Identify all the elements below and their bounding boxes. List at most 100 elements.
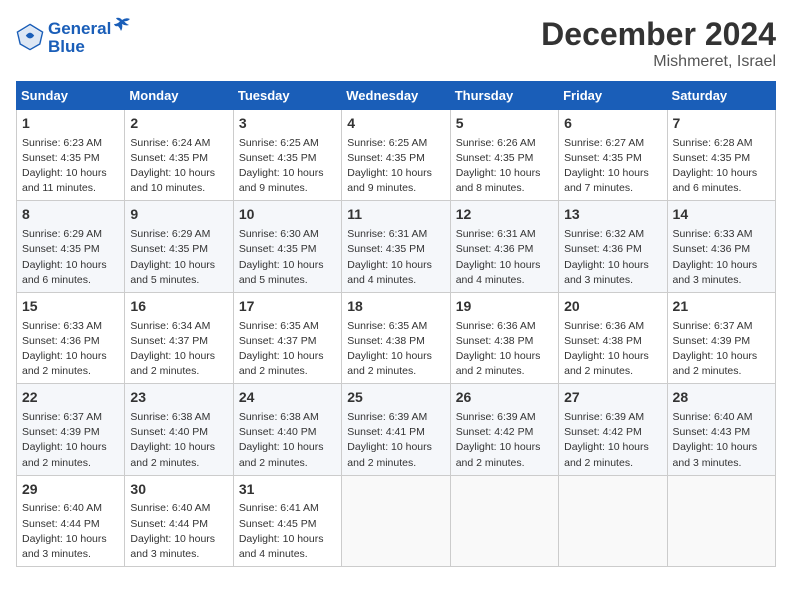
day-number: 14 (673, 205, 770, 225)
calendar-cell (559, 475, 667, 566)
day-number: 3 (239, 114, 336, 134)
calendar-cell: 5Sunrise: 6:26 AM Sunset: 4:35 PM Daylig… (450, 110, 558, 201)
calendar-week-row: 1Sunrise: 6:23 AM Sunset: 4:35 PM Daylig… (17, 110, 776, 201)
calendar-cell: 9Sunrise: 6:29 AM Sunset: 4:35 PM Daylig… (125, 201, 233, 292)
day-number: 2 (130, 114, 227, 134)
calendar-week-row: 15Sunrise: 6:33 AM Sunset: 4:36 PM Dayli… (17, 292, 776, 383)
day-number: 28 (673, 388, 770, 408)
calendar-cell: 28Sunrise: 6:40 AM Sunset: 4:43 PM Dayli… (667, 384, 775, 475)
calendar-cell: 3Sunrise: 6:25 AM Sunset: 4:35 PM Daylig… (233, 110, 341, 201)
header: General Blue December 2024 Mishmeret, Is… (16, 16, 776, 71)
day-info: Sunrise: 6:29 AM Sunset: 4:35 PM Dayligh… (130, 227, 227, 288)
day-info: Sunrise: 6:38 AM Sunset: 4:40 PM Dayligh… (239, 410, 336, 471)
day-number: 27 (564, 388, 661, 408)
page-title: December 2024 (541, 16, 776, 53)
day-info: Sunrise: 6:39 AM Sunset: 4:42 PM Dayligh… (564, 410, 661, 471)
day-info: Sunrise: 6:37 AM Sunset: 4:39 PM Dayligh… (22, 410, 119, 471)
calendar-cell: 20Sunrise: 6:36 AM Sunset: 4:38 PM Dayli… (559, 292, 667, 383)
col-thursday: Thursday (450, 82, 558, 110)
day-number: 23 (130, 388, 227, 408)
day-info: Sunrise: 6:36 AM Sunset: 4:38 PM Dayligh… (456, 319, 553, 380)
calendar-cell: 6Sunrise: 6:27 AM Sunset: 4:35 PM Daylig… (559, 110, 667, 201)
calendar-cell: 18Sunrise: 6:35 AM Sunset: 4:38 PM Dayli… (342, 292, 450, 383)
calendar-cell: 25Sunrise: 6:39 AM Sunset: 4:41 PM Dayli… (342, 384, 450, 475)
day-info: Sunrise: 6:29 AM Sunset: 4:35 PM Dayligh… (22, 227, 119, 288)
calendar-week-row: 29 Sunrise: 6:40 AM Sunset: 4:44 PM Dayli… (17, 475, 776, 566)
day-info: Sunrise: 6:25 AM Sunset: 4:35 PM Dayligh… (347, 136, 444, 197)
day-info: Sunrise: 6:33 AM Sunset: 4:36 PM Dayligh… (22, 319, 119, 380)
calendar-cell: 7Sunrise: 6:28 AM Sunset: 4:35 PM Daylig… (667, 110, 775, 201)
day-number: 7 (673, 114, 770, 134)
day-number: 8 (22, 205, 119, 225)
col-monday: Monday (125, 82, 233, 110)
logo-text-block: General Blue (48, 16, 131, 57)
calendar-cell: 23Sunrise: 6:38 AM Sunset: 4:40 PM Dayli… (125, 384, 233, 475)
day-number: 17 (239, 297, 336, 317)
calendar-cell: 26Sunrise: 6:39 AM Sunset: 4:42 PM Dayli… (450, 384, 558, 475)
day-info: Sunrise: 6:23 AM Sunset: 4:35 PM Dayligh… (22, 136, 119, 197)
day-info: Sunrise: 6:41 AM Sunset: 4:45 PM Dayligh… (239, 501, 336, 562)
calendar-week-row: 8Sunrise: 6:29 AM Sunset: 4:35 PM Daylig… (17, 201, 776, 292)
page-subtitle: Mishmeret, Israel (541, 53, 776, 71)
day-info: Sunrise: 6:28 AM Sunset: 4:35 PM Dayligh… (673, 136, 770, 197)
day-info: Sunrise: 6:35 AM Sunset: 4:38 PM Dayligh… (347, 319, 444, 380)
day-number: 13 (564, 205, 661, 225)
day-info: Sunrise: 6:25 AM Sunset: 4:35 PM Dayligh… (239, 136, 336, 197)
day-info: Sunrise: 6:40 AM Sunset: 4:44 PM Dayligh… (130, 501, 227, 562)
calendar-cell: 27Sunrise: 6:39 AM Sunset: 4:42 PM Dayli… (559, 384, 667, 475)
day-number: 16 (130, 297, 227, 317)
calendar-cell: 15Sunrise: 6:33 AM Sunset: 4:36 PM Dayli… (17, 292, 125, 383)
day-number: 15 (22, 297, 119, 317)
calendar-cell: 2Sunrise: 6:24 AM Sunset: 4:35 PM Daylig… (125, 110, 233, 201)
calendar-cell: 17Sunrise: 6:35 AM Sunset: 4:37 PM Dayli… (233, 292, 341, 383)
day-info: Sunrise: 6:34 AM Sunset: 4:37 PM Dayligh… (130, 319, 227, 380)
day-number: 18 (347, 297, 444, 317)
day-number: 4 (347, 114, 444, 134)
calendar-cell: 4Sunrise: 6:25 AM Sunset: 4:35 PM Daylig… (342, 110, 450, 201)
col-sunday: Sunday (17, 82, 125, 110)
day-number: 25 (347, 388, 444, 408)
calendar-cell: 11Sunrise: 6:31 AM Sunset: 4:35 PM Dayli… (342, 201, 450, 292)
day-number: 20 (564, 297, 661, 317)
logo-blue: Blue (48, 37, 131, 57)
day-number: 30 (130, 480, 227, 500)
day-number: 19 (456, 297, 553, 317)
day-info: Sunrise: 6:35 AM Sunset: 4:37 PM Dayligh… (239, 319, 336, 380)
logo-bird (113, 16, 131, 34)
day-number: 31 (239, 480, 336, 500)
day-number: 26 (456, 388, 553, 408)
logo-icon (16, 23, 44, 51)
day-info: Sunrise: 6:39 AM Sunset: 4:41 PM Dayligh… (347, 410, 444, 471)
day-info: Sunrise: 6:32 AM Sunset: 4:36 PM Dayligh… (564, 227, 661, 288)
day-number: 6 (564, 114, 661, 134)
calendar-cell (450, 475, 558, 566)
day-number: 9 (130, 205, 227, 225)
day-info: Sunrise: 6:31 AM Sunset: 4:35 PM Dayligh… (347, 227, 444, 288)
day-info: Sunrise: 6:39 AM Sunset: 4:42 PM Dayligh… (456, 410, 553, 471)
day-info: Sunrise: 6:31 AM Sunset: 4:36 PM Dayligh… (456, 227, 553, 288)
calendar-cell: 16Sunrise: 6:34 AM Sunset: 4:37 PM Dayli… (125, 292, 233, 383)
day-info: Sunrise: 6:24 AM Sunset: 4:35 PM Dayligh… (130, 136, 227, 197)
day-number: 1 (22, 114, 119, 134)
day-info: Sunrise: 6:27 AM Sunset: 4:35 PM Dayligh… (564, 136, 661, 197)
day-info: Sunrise: 6:40 AM Sunset: 4:43 PM Dayligh… (673, 410, 770, 471)
col-tuesday: Tuesday (233, 82, 341, 110)
day-info: Sunrise: 6:38 AM Sunset: 4:40 PM Dayligh… (130, 410, 227, 471)
calendar-cell (342, 475, 450, 566)
day-number: 11 (347, 205, 444, 225)
calendar-week-row: 22Sunrise: 6:37 AM Sunset: 4:39 PM Dayli… (17, 384, 776, 475)
col-wednesday: Wednesday (342, 82, 450, 110)
calendar-cell: 30Sunrise: 6:40 AM Sunset: 4:44 PM Dayli… (125, 475, 233, 566)
day-number: 29 (22, 480, 119, 500)
calendar-cell: 1Sunrise: 6:23 AM Sunset: 4:35 PM Daylig… (17, 110, 125, 201)
day-number: 5 (456, 114, 553, 134)
calendar-cell: 19Sunrise: 6:36 AM Sunset: 4:38 PM Dayli… (450, 292, 558, 383)
calendar-cell: 12Sunrise: 6:31 AM Sunset: 4:36 PM Dayli… (450, 201, 558, 292)
day-info: Sunrise: 6:33 AM Sunset: 4:36 PM Dayligh… (673, 227, 770, 288)
calendar-cell: 31Sunrise: 6:41 AM Sunset: 4:45 PM Dayli… (233, 475, 341, 566)
logo: General Blue (16, 16, 131, 57)
calendar-cell: 14Sunrise: 6:33 AM Sunset: 4:36 PM Dayli… (667, 201, 775, 292)
day-number: 22 (22, 388, 119, 408)
calendar-header-row: Sunday Monday Tuesday Wednesday Thursday… (17, 82, 776, 110)
day-info: Sunrise: 6:26 AM Sunset: 4:35 PM Dayligh… (456, 136, 553, 197)
